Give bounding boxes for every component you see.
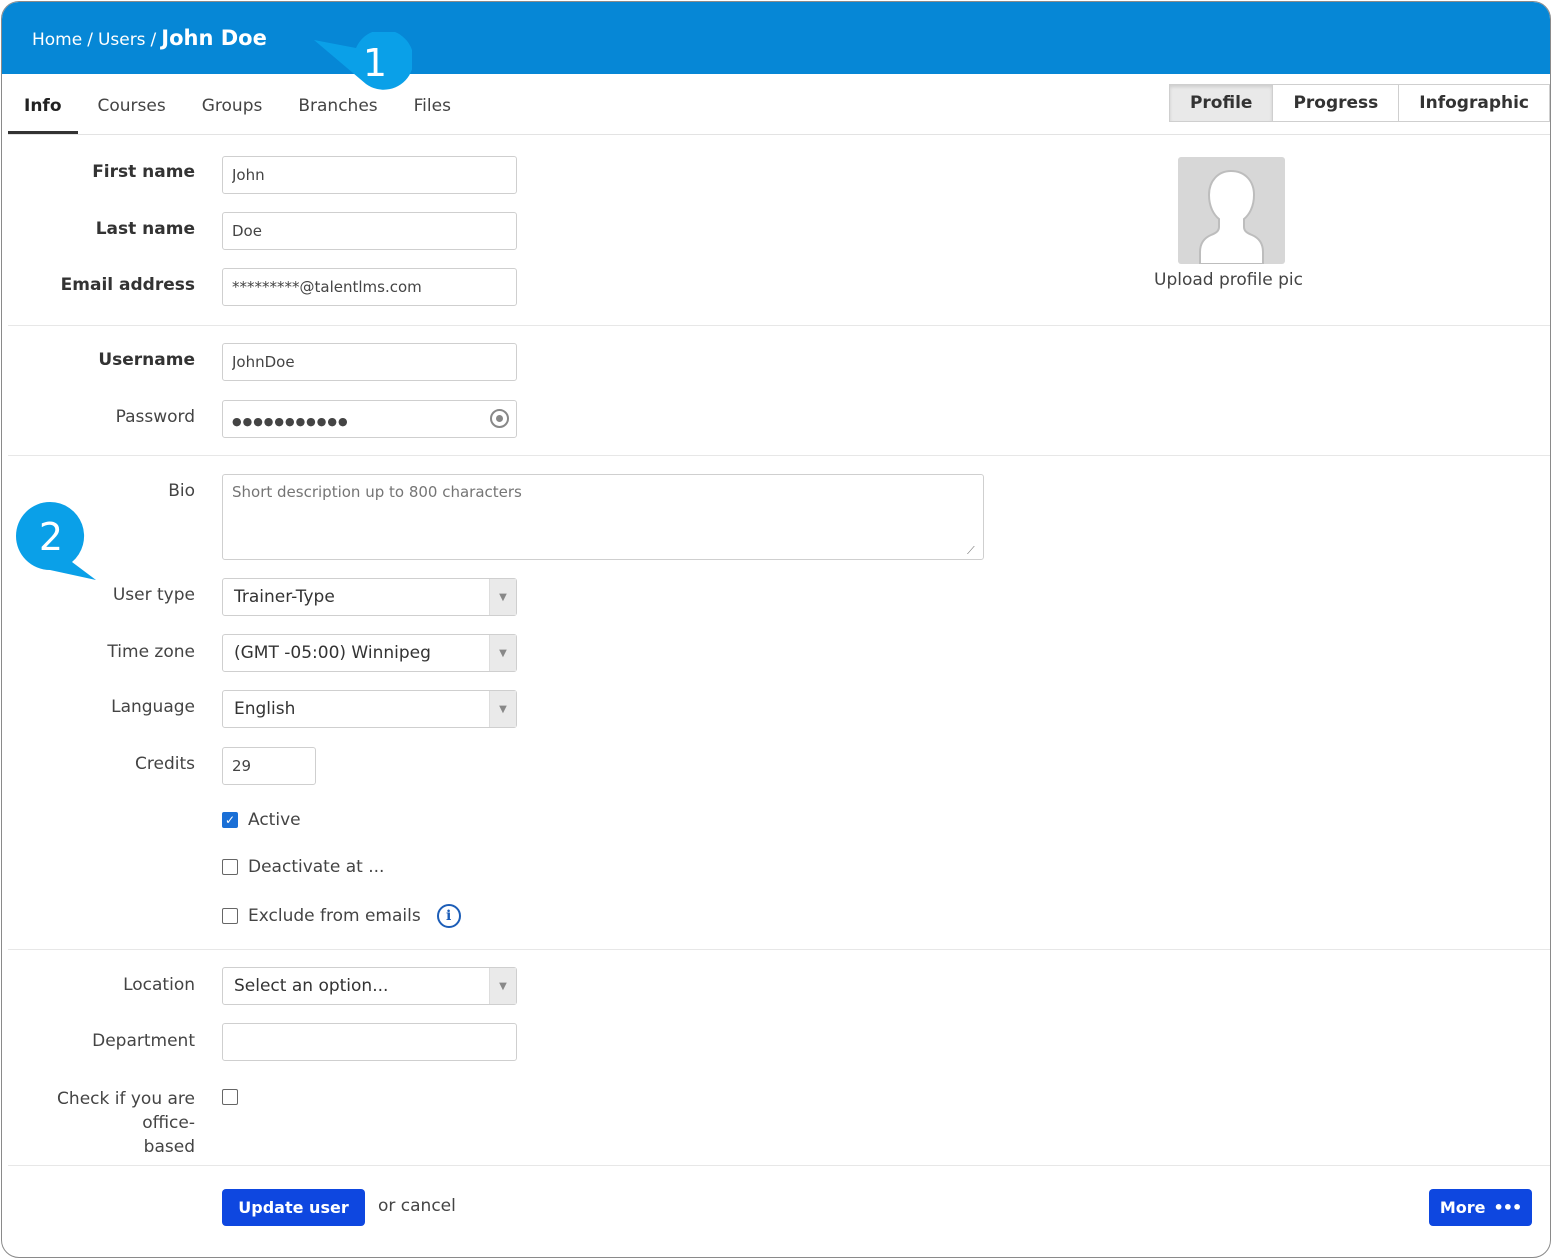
user-type-label: User type — [112, 585, 195, 605]
credits-label: Credits — [135, 754, 195, 774]
deactivate-checkbox[interactable] — [222, 859, 238, 875]
cancel-area: or cancel — [378, 1196, 456, 1216]
location-value: Select an option... — [234, 976, 389, 996]
last-name-field[interactable] — [222, 212, 517, 250]
callout-marker-2: 2 — [16, 501, 96, 580]
or-text: or — [378, 1196, 396, 1216]
resize-handle-icon[interactable]: ⟋ — [967, 544, 975, 558]
breadcrumb-separator: / — [150, 30, 157, 50]
breadcrumb-users[interactable]: Users — [98, 30, 146, 50]
time-zone-select[interactable]: (GMT -05:00) Winnipeg ▼ — [222, 634, 517, 672]
office-based-label-line2: based — [143, 1137, 195, 1157]
section-divider — [8, 1165, 1550, 1166]
password-field[interactable]: ●●●●●●●●●●● — [222, 400, 517, 438]
exclude-emails-row: Exclude from emails i — [222, 904, 461, 928]
callout-marker-1: 1 — [314, 32, 412, 90]
ellipsis-icon: ••• — [1493, 1198, 1522, 1217]
app-window: Home / Users / John Doe 1 Info Courses G… — [1, 1, 1551, 1258]
password-reveal-icon[interactable] — [490, 409, 509, 428]
location-select[interactable]: Select an option... ▼ — [222, 967, 517, 1005]
info-icon[interactable]: i — [436, 904, 461, 928]
section-divider — [8, 455, 1550, 456]
breadcrumb-separator: / — [87, 30, 93, 50]
chevron-down-icon: ▼ — [489, 691, 516, 727]
deactivate-row: Deactivate at ... — [222, 857, 384, 877]
chevron-down-icon: ▼ — [489, 579, 516, 615]
chevron-down-icon: ▼ — [489, 968, 516, 1004]
user-type-value: Trainer-Type — [234, 587, 335, 607]
email-label: Email address — [60, 275, 195, 295]
office-based-label: Check if you are office- based — [5, 1087, 195, 1159]
first-name-label: First name — [92, 162, 195, 182]
tab-branches[interactable]: Branches — [282, 84, 393, 134]
tab-divider — [8, 134, 1550, 135]
office-based-checkbox[interactable] — [222, 1089, 238, 1105]
view-toggle: Profile Progress Infographic — [1168, 84, 1550, 122]
tab-info[interactable]: Info — [8, 84, 78, 134]
breadcrumb: Home / Users / John Doe — [32, 26, 267, 50]
bio-textarea[interactable] — [222, 474, 984, 560]
last-name-label: Last name — [95, 219, 195, 239]
callout-number-1: 1 — [363, 41, 387, 85]
department-label: Department — [92, 1031, 195, 1051]
language-select[interactable]: English ▼ — [222, 690, 517, 728]
reveal-icon-dot — [496, 415, 503, 422]
user-type-select[interactable]: Trainer-Type ▼ — [222, 578, 517, 616]
bio-label: Bio — [168, 481, 195, 501]
active-checkbox[interactable]: ✓ — [222, 812, 238, 828]
tab-files[interactable]: Files — [398, 84, 467, 134]
first-name-field[interactable] — [222, 156, 517, 194]
cancel-link[interactable]: cancel — [401, 1196, 456, 1216]
exclude-emails-label: Exclude from emails — [248, 906, 421, 926]
active-label: Active — [248, 810, 301, 830]
more-label: More — [1439, 1198, 1486, 1217]
page-title: John Doe — [161, 26, 267, 50]
section-divider — [8, 949, 1550, 950]
profile-view-button[interactable]: Profile — [1169, 85, 1274, 121]
infographic-view-button[interactable]: Infographic — [1399, 85, 1550, 121]
update-user-button[interactable]: Update user — [222, 1189, 365, 1226]
username-field[interactable] — [222, 343, 517, 381]
tab-groups[interactable]: Groups — [186, 84, 279, 134]
password-label: Password — [115, 407, 195, 427]
password-value: ●●●●●●●●●●● — [232, 415, 349, 428]
time-zone-value: (GMT -05:00) Winnipeg — [234, 643, 431, 663]
more-button[interactable]: More ••• — [1429, 1189, 1532, 1226]
progress-view-button[interactable]: Progress — [1273, 85, 1400, 121]
chevron-down-icon: ▼ — [489, 635, 516, 671]
breadcrumb-home[interactable]: Home — [32, 30, 82, 50]
exclude-emails-checkbox[interactable] — [222, 908, 238, 924]
location-label: Location — [123, 975, 195, 995]
department-field[interactable] — [222, 1023, 517, 1061]
active-row: ✓ Active — [222, 810, 301, 830]
tab-courses[interactable]: Courses — [82, 84, 182, 134]
deactivate-label: Deactivate at ... — [248, 857, 385, 877]
upload-profile-pic-link[interactable]: Upload profile pic — [1154, 270, 1303, 290]
username-label: Username — [98, 350, 195, 370]
avatar[interactable] — [1178, 157, 1285, 264]
tab-bar: Info Courses Groups Branches Files — [8, 84, 471, 136]
language-value: English — [234, 699, 296, 719]
header-bar: Home / Users / John Doe — [2, 2, 1550, 74]
time-zone-label: Time zone — [107, 642, 195, 662]
office-based-label-line1: Check if you are office- — [57, 1089, 195, 1133]
section-divider — [8, 325, 1550, 326]
user-silhouette-icon — [1199, 169, 1264, 264]
language-label: Language — [111, 697, 195, 717]
credits-field[interactable] — [222, 747, 316, 785]
email-field[interactable] — [222, 268, 517, 306]
callout-number-2: 2 — [39, 515, 63, 559]
